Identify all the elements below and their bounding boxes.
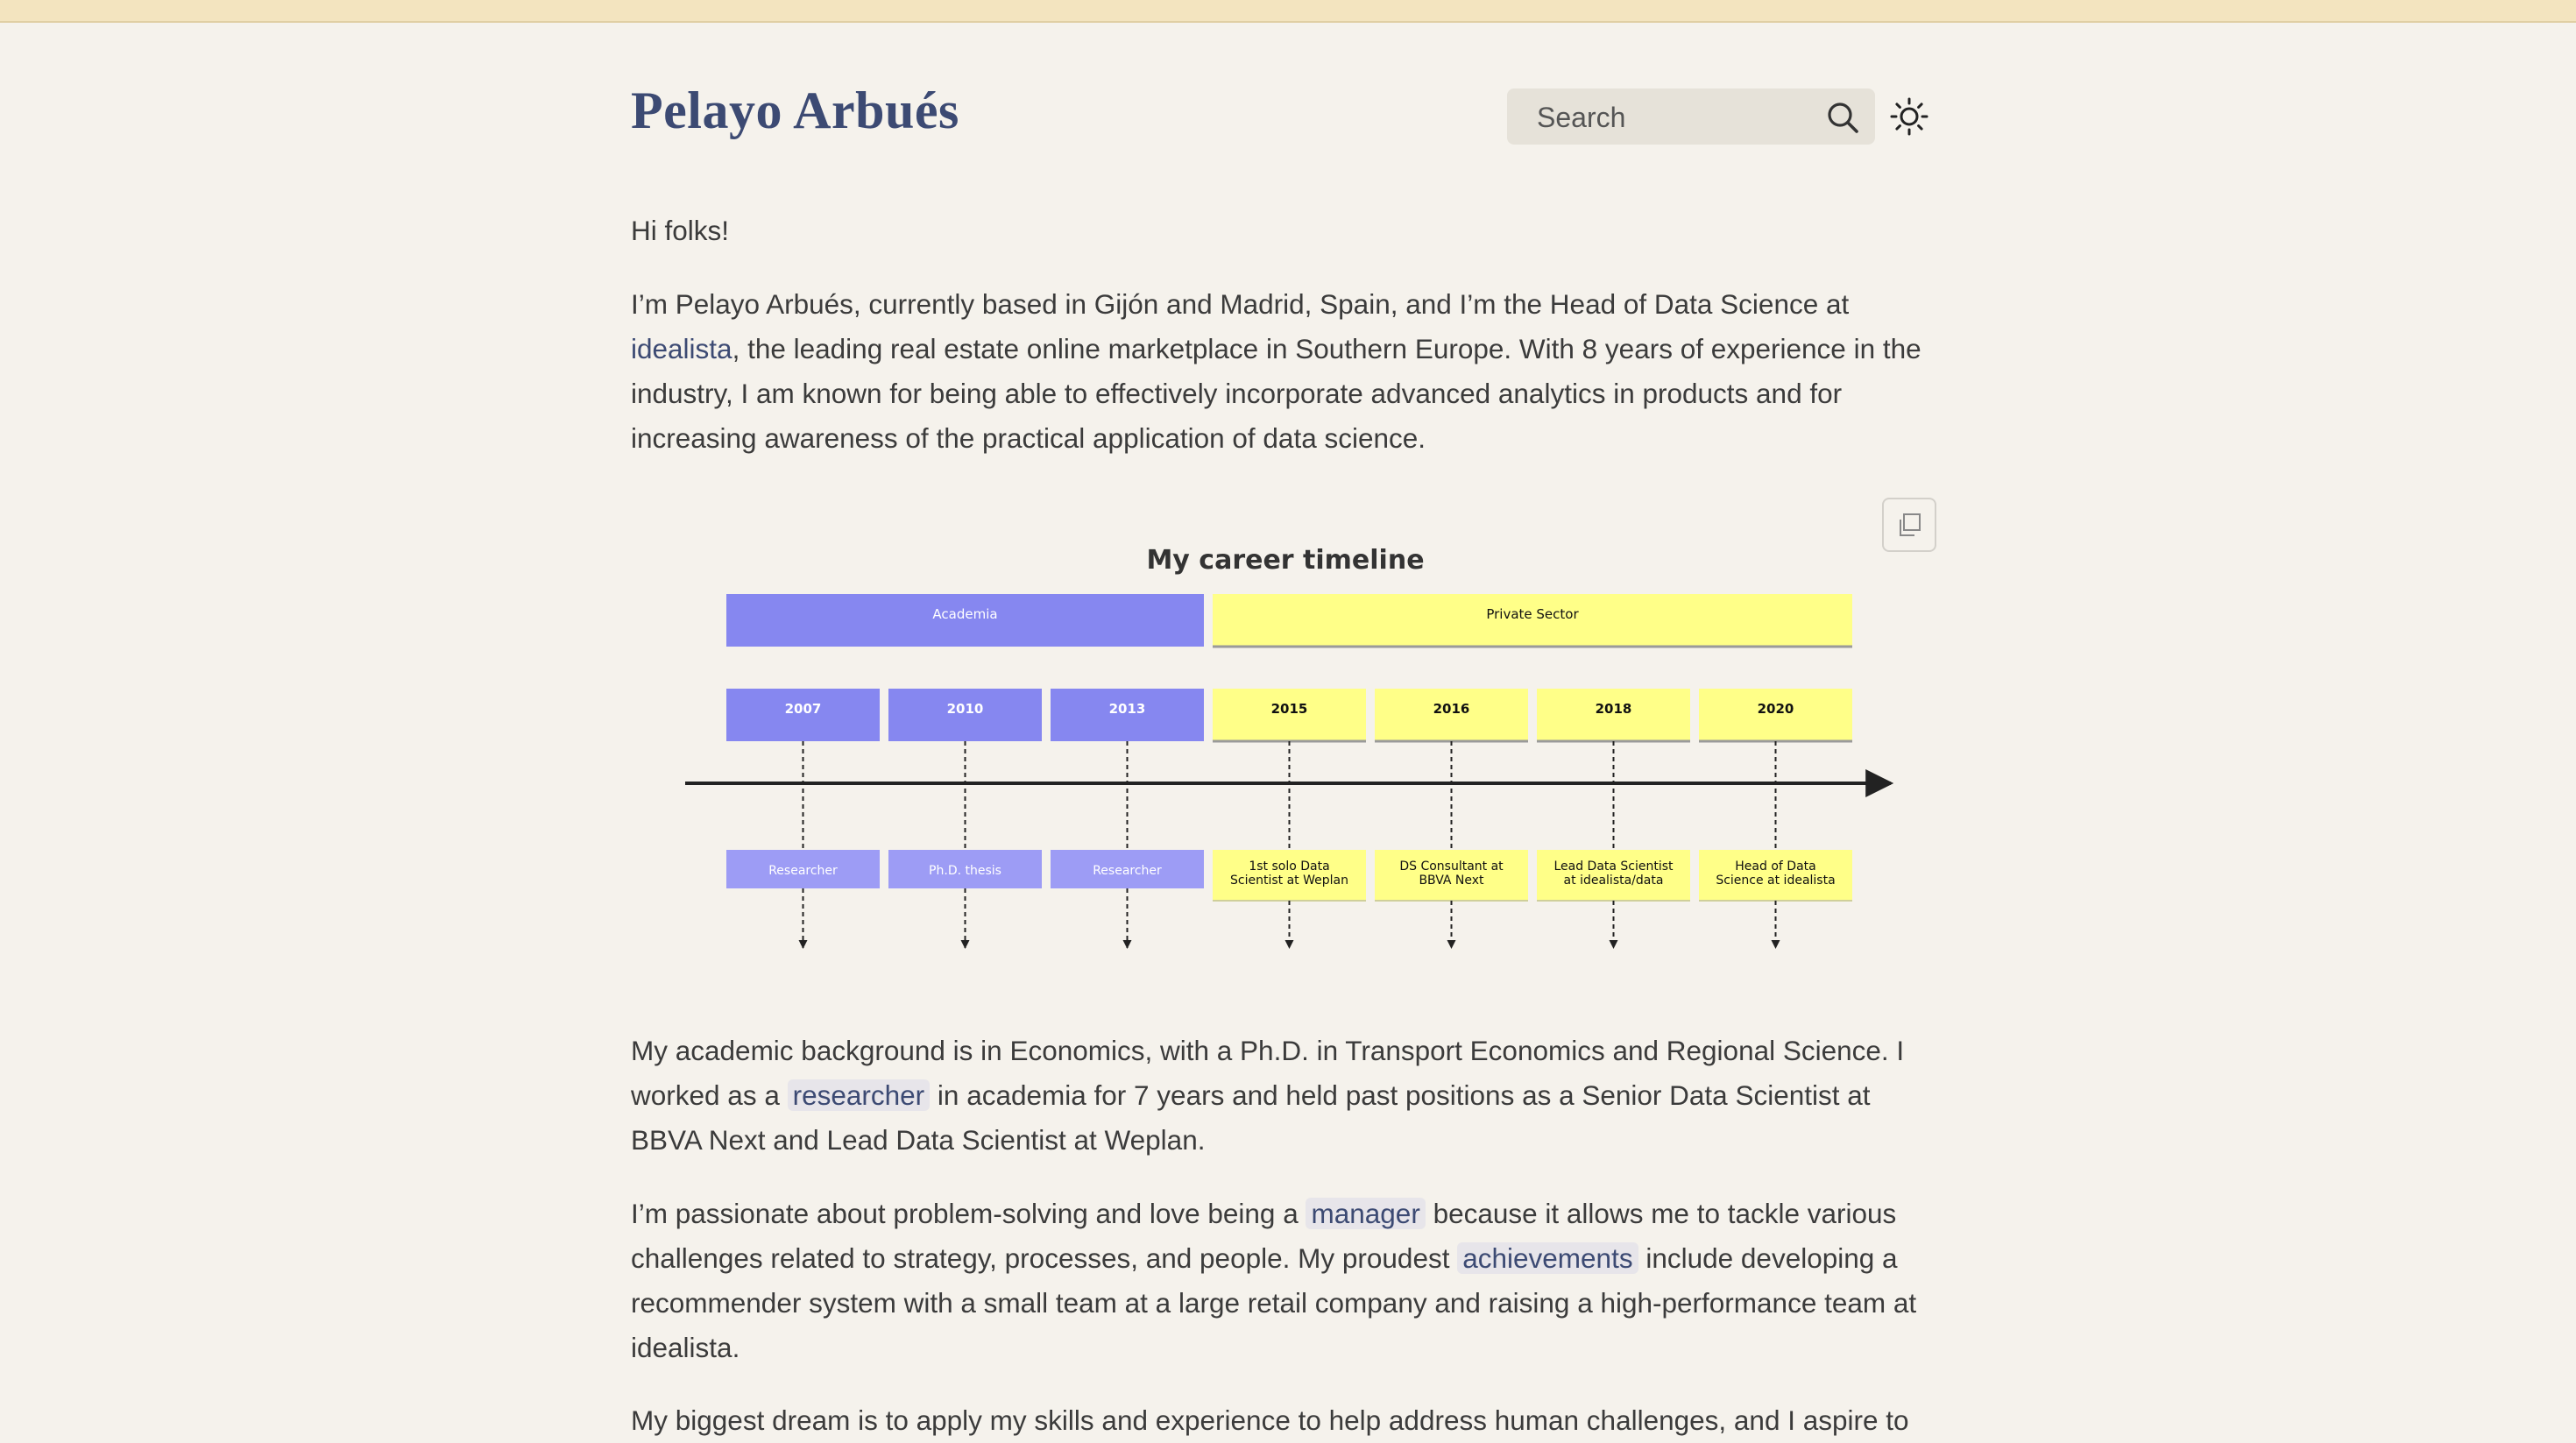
- year-label: 2013: [1109, 701, 1146, 717]
- chart-title: My career timeline: [1146, 545, 1424, 576]
- section-label: Academia: [932, 606, 997, 622]
- year-label: 2015: [1271, 701, 1308, 717]
- event-label: BBVA Next: [1419, 874, 1484, 888]
- manager-link[interactable]: manager: [1306, 1198, 1426, 1229]
- event-label: Lead Data Scientist: [1553, 859, 1674, 874]
- event-label: 1st solo Data: [1249, 859, 1329, 874]
- year-label: 2016: [1433, 701, 1470, 717]
- year-label: 2020: [1758, 701, 1794, 717]
- event-label: Ph.D. thesis: [929, 864, 1001, 878]
- event-label: Science at idealista: [1716, 874, 1835, 888]
- event-label: Researcher: [1093, 864, 1162, 878]
- event-label: Scientist at Weplan: [1230, 874, 1348, 888]
- event-label: DS Consultant at: [1399, 859, 1504, 874]
- section-label: Private Sector: [1486, 606, 1579, 622]
- passion-paragraph: I’m passionate about problem-solving and…: [631, 1198, 1917, 1363]
- academic-paragraph: My academic background is in Economics, …: [631, 1035, 1905, 1156]
- event-label: at idealista/data: [1564, 874, 1664, 888]
- achievements-link[interactable]: achievements: [1457, 1242, 1638, 1274]
- event-label: Researcher: [768, 864, 838, 878]
- year-label: 2010: [947, 701, 984, 717]
- year-label: 2007: [785, 701, 822, 717]
- career-timeline-chart: My career timeline Academia 2007 Researche…: [685, 545, 1894, 949]
- event-label: Head of Data: [1735, 859, 1815, 874]
- researcher-link[interactable]: researcher: [787, 1079, 931, 1111]
- year-label: 2018: [1596, 701, 1632, 717]
